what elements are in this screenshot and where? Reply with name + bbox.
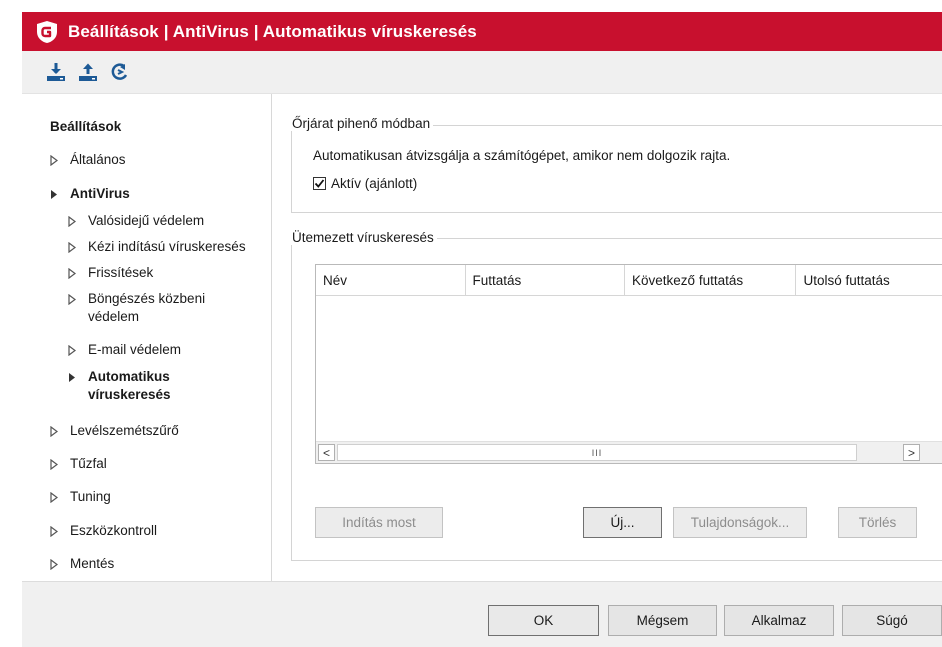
chevron-right-icon (68, 341, 80, 359)
properties-button[interactable]: Tulajdonságok... (673, 507, 807, 538)
apply-button[interactable]: Alkalmaz (724, 605, 834, 636)
sidebar-item-antivirus[interactable]: AntiVirus (50, 185, 130, 203)
scheduled-scan-title: Ütemezett víruskeresés (289, 230, 437, 245)
sidebar-item-label: Mentés (70, 556, 115, 571)
chevron-right-icon (50, 151, 62, 169)
delete-button[interactable]: Törlés (838, 507, 917, 538)
dialog-footer: OK Mégsem Alkalmaz Súgó (22, 581, 942, 647)
sidebar-item-label: E-mail védelem (88, 342, 182, 357)
checkbox-label: Aktív (ajánlott) (331, 176, 418, 191)
sidebar-item-label: Tűzfal (70, 456, 107, 471)
sidebar-item-label: Valósidejű védelem (88, 213, 205, 228)
chevron-right-icon (68, 238, 80, 256)
idle-scan-group (291, 125, 942, 213)
import-button[interactable] (44, 60, 68, 84)
sidebar-item-label: Böngészés közbeni védelem (88, 291, 206, 324)
idle-scan-description: Automatikusan átvizsgálja a számítógépet… (313, 148, 731, 163)
column-header-name[interactable]: Név (316, 265, 466, 296)
checkbox-box[interactable] (313, 177, 326, 190)
start-now-button[interactable]: Indítás most (315, 507, 443, 538)
chevron-right-icon (50, 422, 62, 440)
window-title: Beállítások | AntiVirus | Automatikus ví… (68, 21, 477, 41)
list-header: Név Futtatás Következő futtatás Utolsó f… (316, 265, 942, 296)
sidebar-item-firewall[interactable]: Tűzfal (50, 455, 107, 473)
column-header-run[interactable]: Futtatás (466, 265, 626, 296)
sidebar-item-tuning[interactable]: Tuning (50, 488, 111, 506)
toolbar (22, 51, 942, 94)
upload-icon (79, 63, 97, 81)
export-button[interactable] (76, 60, 100, 84)
sidebar-item-label: Levélszemétszűrő (70, 423, 179, 438)
settings-content: Őrjárat pihenő módban Automatikusan átvi… (273, 94, 942, 581)
column-header-last-run[interactable]: Utolsó futtatás (796, 265, 942, 296)
sidebar-item-updates[interactable]: Frissítések (68, 264, 153, 282)
scheduled-scans-list[interactable]: Név Futtatás Következő futtatás Utolsó f… (315, 264, 942, 464)
scrollbar-thumb[interactable]: III (337, 444, 857, 461)
chevron-right-icon (50, 555, 62, 573)
sidebar-item-label: Automatikus víruskeresés (88, 369, 171, 402)
sidebar-item-label: Tuning (70, 489, 111, 504)
idle-scan-active-checkbox[interactable]: Aktív (ajánlott) (313, 176, 417, 191)
sidebar-item-altalanos[interactable]: Általános (50, 151, 126, 169)
column-header-next-run[interactable]: Következő futtatás (625, 265, 797, 296)
sidebar-heading: Beállítások (50, 119, 122, 134)
sidebar-item-label: Eszközkontroll (70, 523, 158, 538)
sidebar-item-label: Általános (70, 152, 126, 167)
reset-icon (111, 63, 128, 80)
chevron-right-icon (68, 264, 80, 282)
sidebar-item-manual-scan[interactable]: Kézi indítású víruskeresés (68, 238, 246, 256)
chevron-right-icon (50, 455, 62, 473)
sidebar-item-label: Kézi indítású víruskeresés (88, 239, 246, 254)
cancel-button[interactable]: Mégsem (608, 605, 717, 636)
chevron-right-icon (50, 522, 62, 540)
scroll-left-button[interactable]: < (318, 444, 335, 461)
download-icon (47, 63, 65, 81)
sidebar-item-spam-filter[interactable]: Levélszemétszűrő (50, 422, 179, 440)
sidebar-item-email-protection[interactable]: E-mail védelem (68, 341, 181, 359)
sidebar-item-label: AntiVirus (70, 186, 130, 201)
settings-sidebar: Beállítások Általános AntiVirus Valóside… (22, 94, 272, 581)
chevron-right-icon (50, 488, 62, 506)
sidebar-item-realtime-protection[interactable]: Valósidejű védelem (68, 212, 204, 230)
sidebar-item-backup[interactable]: Mentés (50, 555, 114, 573)
ok-button[interactable]: OK (488, 605, 599, 636)
scroll-right-button[interactable]: > (903, 444, 920, 461)
idle-scan-title: Őrjárat pihenő módban (289, 116, 434, 131)
sidebar-item-label: Frissítések (88, 265, 154, 280)
help-button[interactable]: Súgó (842, 605, 942, 636)
chevron-right-filled-icon (68, 368, 80, 386)
reset-button[interactable] (108, 60, 132, 84)
sidebar-item-device-control[interactable]: Eszközkontroll (50, 522, 157, 540)
sidebar-item-auto-scan[interactable]: Automatikus víruskeresés (68, 368, 198, 404)
checkmark-icon (314, 179, 325, 188)
horizontal-scrollbar[interactable]: < III > (316, 441, 942, 463)
new-button[interactable]: Új... (583, 507, 662, 538)
title-bar: Beállítások | AntiVirus | Automatikus ví… (22, 12, 942, 51)
sidebar-item-web-protection[interactable]: Böngészés közbeni védelem (68, 290, 238, 326)
chevron-right-icon (68, 212, 80, 230)
chevron-right-icon (68, 290, 80, 308)
chevron-right-filled-icon (50, 185, 62, 203)
gdata-logo-icon (37, 20, 57, 43)
